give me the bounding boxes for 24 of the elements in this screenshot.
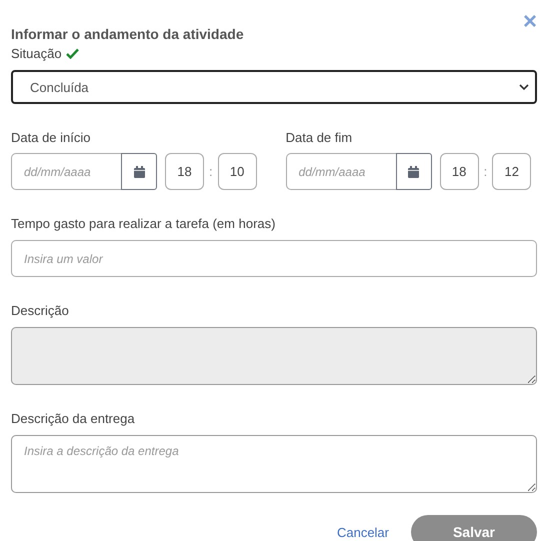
dialog-title: Informar o andamento da atividade xyxy=(11,26,244,42)
field-label: Tempo gasto para realizar a tarefa (em horas) xyxy=(11,216,276,231)
date-field[interactable]: dd/mm/aaaa xyxy=(286,153,396,190)
hour-field[interactable]: 18 xyxy=(440,153,479,190)
time-separator: : xyxy=(209,164,213,179)
cancel-link[interactable]: Cancelar xyxy=(336,524,389,540)
input-field[interactable]: Insira um valor xyxy=(11,240,537,277)
textarea-field[interactable]: Insira a descrição da entrega xyxy=(11,435,537,493)
calendar-icon xyxy=(408,166,420,178)
field-label: Situação xyxy=(11,46,62,61)
hour-field[interactable]: 18 xyxy=(165,153,204,190)
calendar-button[interactable] xyxy=(121,153,157,190)
date-field[interactable]: dd/mm/aaaa xyxy=(11,153,121,190)
calendar-button[interactable] xyxy=(396,153,432,190)
field-label: Descrição xyxy=(11,303,70,318)
field-label: Data de início xyxy=(11,130,92,145)
calendar-icon xyxy=(134,166,144,178)
chevron-icon xyxy=(519,84,529,90)
minute-field[interactable]: 10 xyxy=(218,153,257,190)
minute-field[interactable]: 12 xyxy=(492,153,532,190)
status-select[interactable]: Concluída xyxy=(11,70,537,104)
field-label: Data de fim xyxy=(286,130,354,145)
field-label: Descrição da entrega xyxy=(11,411,136,426)
time-separator: : xyxy=(484,164,488,179)
